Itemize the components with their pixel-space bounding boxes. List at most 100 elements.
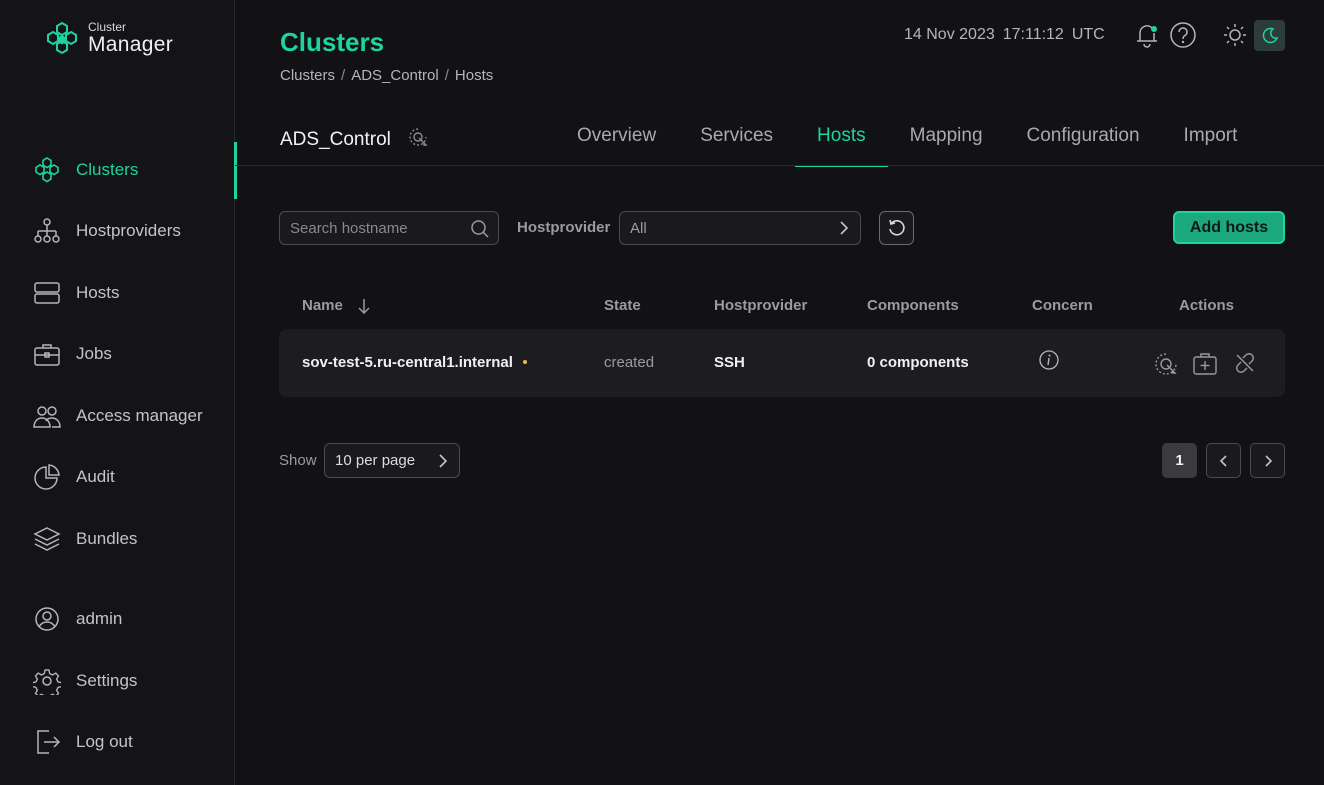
gear-icon xyxy=(32,666,62,696)
sidebar-item-label: Clusters xyxy=(76,160,139,179)
sidebar-item-settings[interactable]: Settings xyxy=(32,663,235,699)
sidebar-item-jobs[interactable]: Jobs xyxy=(32,336,235,372)
sidebar-item-label: Audit xyxy=(76,467,115,486)
search-box xyxy=(279,211,499,245)
info-icon[interactable] xyxy=(1038,349,1060,376)
per-page-value: 10 per page xyxy=(335,452,416,469)
time: 17:11:12 xyxy=(1002,26,1064,43)
host-provider: SSH xyxy=(714,354,745,371)
logo-small-text: Cluster xyxy=(88,20,127,34)
sidebar-item-hosts[interactable]: Hosts xyxy=(32,275,235,311)
sidebar-item-label: Bundles xyxy=(76,529,138,548)
host-name-cell[interactable]: sov-test-5.ru-central1.internal xyxy=(302,354,527,371)
breadcrumb-hosts: Hosts xyxy=(454,67,494,84)
column-header-hostprovider: Hostprovider xyxy=(714,297,808,314)
sidebar-item-admin[interactable]: admin xyxy=(32,601,235,637)
logout-icon xyxy=(32,727,62,757)
breadcrumb-separator: / xyxy=(444,67,449,84)
sidebar-item-label: Settings xyxy=(76,671,138,690)
timezone: UTC xyxy=(1071,26,1105,43)
breadcrumb: Clusters / ADS_Control / Hosts xyxy=(280,67,493,84)
add-hosts-button[interactable]: Add hosts xyxy=(1173,211,1285,244)
sidebar-item-label: Hostproviders xyxy=(76,221,181,240)
sidebar-item-hostproviders[interactable]: Hostproviders xyxy=(32,213,235,249)
prev-page-button[interactable] xyxy=(1206,443,1241,478)
breadcrumb-separator: / xyxy=(341,67,346,84)
hierarchy-icon xyxy=(32,216,62,246)
column-header-actions: Actions xyxy=(1179,297,1235,314)
tabs-divider xyxy=(235,165,1324,166)
tab-overview[interactable]: Overview xyxy=(555,108,678,166)
sidebar: Cluster Manager Clusters Hostproviders H… xyxy=(0,0,235,785)
bell-icon[interactable] xyxy=(1132,20,1162,50)
logo-icon xyxy=(47,21,77,55)
tab-import[interactable]: Import xyxy=(1162,108,1260,166)
header-icons xyxy=(1132,20,1250,50)
unlink-icon[interactable] xyxy=(1234,352,1256,379)
moon-icon xyxy=(1262,27,1278,43)
users-icon xyxy=(32,401,62,431)
table-row: sov-test-5.ru-central1.internal created … xyxy=(279,329,1285,397)
sort-down-icon xyxy=(358,298,370,314)
chevron-right-icon xyxy=(1264,454,1272,467)
add-component-icon[interactable] xyxy=(1192,350,1218,381)
reset-filters-button[interactable] xyxy=(879,211,914,245)
moon-toggle[interactable] xyxy=(1254,20,1285,51)
sidebar-item-label: Hosts xyxy=(76,283,120,302)
cluster-tabs: Overview Services Hosts Mapping Configur… xyxy=(555,108,1260,167)
server-icon xyxy=(32,278,62,308)
page-button-1[interactable]: 1 xyxy=(1162,443,1197,478)
pie-chart-icon xyxy=(32,462,62,492)
column-header-components: Components xyxy=(867,297,959,314)
breadcrumb-cluster[interactable]: ADS_Control xyxy=(351,67,439,84)
host-name[interactable]: sov-test-5.ru-central1.internal xyxy=(302,354,513,371)
help-icon[interactable] xyxy=(1168,20,1198,50)
refresh-icon xyxy=(888,219,905,236)
clusters-icon xyxy=(32,155,62,185)
status-dot xyxy=(522,360,527,365)
tab-mapping[interactable]: Mapping xyxy=(888,108,1005,166)
search-icon[interactable] xyxy=(470,219,490,244)
cluster-name-text: ADS_Control xyxy=(280,129,391,150)
host-state: created xyxy=(604,354,655,371)
breadcrumb-clusters[interactable]: Clusters xyxy=(280,67,335,84)
tab-services[interactable]: Services xyxy=(678,108,795,166)
layers-icon xyxy=(32,524,62,554)
app-logo[interactable]: Cluster Manager xyxy=(44,20,173,56)
cluster-name: ADS_Control xyxy=(280,126,429,154)
sidebar-item-access-manager[interactable]: Access manager xyxy=(32,398,235,434)
chevron-right-icon xyxy=(840,221,849,235)
show-label: Show xyxy=(279,452,317,469)
column-header-concern: Concern xyxy=(1032,297,1093,314)
chevron-right-icon xyxy=(439,453,448,468)
datetime: 14 Nov 2023 17:11:12 UTC xyxy=(904,26,1105,44)
column-header-name[interactable]: Name xyxy=(302,297,371,314)
tab-hosts[interactable]: Hosts xyxy=(795,108,888,167)
sidebar-item-clusters[interactable]: Clusters xyxy=(32,152,235,188)
host-components[interactable]: 0 components xyxy=(867,354,969,371)
hostprovider-label: Hostprovider xyxy=(517,219,611,236)
briefcase-icon xyxy=(32,339,62,369)
sidebar-item-label: Jobs xyxy=(76,344,112,363)
date: 14 Nov 2023 xyxy=(904,26,995,43)
user-icon xyxy=(32,604,62,634)
sun-icon[interactable] xyxy=(1220,20,1250,50)
hostprovider-select[interactable]: All xyxy=(619,211,861,245)
active-nav-indicator xyxy=(234,142,237,199)
chevron-left-icon xyxy=(1219,454,1227,467)
search-input[interactable] xyxy=(280,212,465,244)
logo-big-text: Manager xyxy=(88,33,173,56)
page-title: Clusters xyxy=(280,27,385,57)
sidebar-item-label: Log out xyxy=(76,732,133,751)
per-page-select[interactable]: 10 per page xyxy=(324,443,460,478)
run-action-icon[interactable] xyxy=(1153,351,1179,382)
sidebar-item-label: admin xyxy=(76,609,123,628)
sidebar-item-bundles[interactable]: Bundles xyxy=(32,521,235,557)
sidebar-item-audit[interactable]: Audit xyxy=(32,459,235,495)
tab-configuration[interactable]: Configuration xyxy=(1005,108,1162,166)
next-page-button[interactable] xyxy=(1250,443,1285,478)
sidebar-item-logout[interactable]: Log out xyxy=(32,724,235,760)
hostprovider-value: All xyxy=(630,219,647,237)
cluster-action-icon[interactable] xyxy=(407,126,429,154)
sidebar-item-label: Access manager xyxy=(76,406,203,425)
